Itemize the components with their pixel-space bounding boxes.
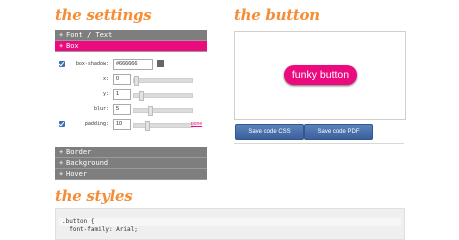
settings-heading: the settings bbox=[55, 6, 152, 24]
box-shadow-label: box-shadow: bbox=[75, 61, 109, 67]
save-pdf-button[interactable]: Save code PDF bbox=[304, 124, 373, 140]
x-row: x: 0 bbox=[55, 74, 207, 86]
blur-slider-handle[interactable] bbox=[148, 106, 153, 116]
blur-slider[interactable] bbox=[133, 106, 193, 116]
accordion-border-label: Border bbox=[66, 148, 92, 156]
code-line: font-family: Arial; bbox=[62, 226, 138, 233]
accordion-box[interactable]: + Box bbox=[55, 41, 207, 52]
divider bbox=[234, 143, 404, 144]
accordion-border[interactable]: + Border bbox=[55, 147, 207, 158]
x-label: x: bbox=[102, 76, 109, 82]
y-label: y: bbox=[102, 91, 109, 97]
y-input[interactable]: 1 bbox=[113, 89, 131, 100]
settings-panel: + Font / Text + Box box-shadow: #666666 x:… bbox=[55, 30, 207, 180]
padding-row: padding: 10 none bbox=[55, 119, 207, 131]
styles-heading: the styles bbox=[55, 187, 133, 205]
x-input[interactable]: 0 bbox=[113, 74, 131, 85]
code-line-highlight bbox=[59, 218, 401, 226]
save-css-button[interactable]: Save code CSS bbox=[235, 124, 304, 140]
padding-none-link[interactable]: none bbox=[191, 121, 202, 127]
button-heading: the button bbox=[234, 6, 320, 24]
plus-icon: + bbox=[59, 159, 64, 167]
funky-button[interactable]: funky button bbox=[284, 65, 357, 85]
blur-input[interactable]: 5 bbox=[113, 104, 131, 115]
y-slider[interactable] bbox=[133, 91, 193, 101]
x-slider-handle[interactable] bbox=[134, 76, 139, 86]
plus-icon: + bbox=[59, 170, 64, 178]
styles-code-block[interactable]: .button { font-family: Arial; bbox=[55, 208, 405, 240]
blur-label: blur: bbox=[93, 106, 109, 112]
button-preview: funky button bbox=[234, 31, 406, 120]
padding-slider-handle[interactable] bbox=[145, 121, 150, 131]
plus-icon: + bbox=[59, 42, 64, 50]
code-line: .button { bbox=[62, 218, 95, 225]
box-shadow-row: box-shadow: #666666 bbox=[55, 59, 207, 70]
padding-slider[interactable] bbox=[133, 121, 193, 131]
accordion-hover[interactable]: + Hover bbox=[55, 169, 207, 180]
box-shadow-color-swatch[interactable] bbox=[157, 60, 164, 67]
plus-icon: + bbox=[59, 31, 64, 39]
accordion-background[interactable]: + Background bbox=[55, 158, 207, 169]
box-shadow-color-input[interactable]: #666666 bbox=[113, 59, 153, 70]
blur-row: blur: 5 bbox=[55, 104, 207, 116]
box-settings: box-shadow: #666666 x: 0 y: 1 blur: 5 pa… bbox=[55, 52, 207, 147]
accordion-background-label: Background bbox=[66, 159, 109, 167]
padding-input[interactable]: 10 bbox=[113, 119, 131, 130]
plus-icon: + bbox=[59, 148, 64, 156]
y-row: y: 1 bbox=[55, 89, 207, 101]
y-slider-handle[interactable] bbox=[139, 91, 144, 101]
x-slider[interactable] bbox=[133, 76, 193, 86]
accordion-font-text[interactable]: + Font / Text bbox=[55, 30, 207, 41]
padding-label: padding: bbox=[84, 121, 109, 127]
accordion-font-text-label: Font / Text bbox=[66, 31, 113, 39]
accordion-hover-label: Hover bbox=[66, 170, 88, 178]
accordion-box-label: Box bbox=[66, 42, 79, 50]
